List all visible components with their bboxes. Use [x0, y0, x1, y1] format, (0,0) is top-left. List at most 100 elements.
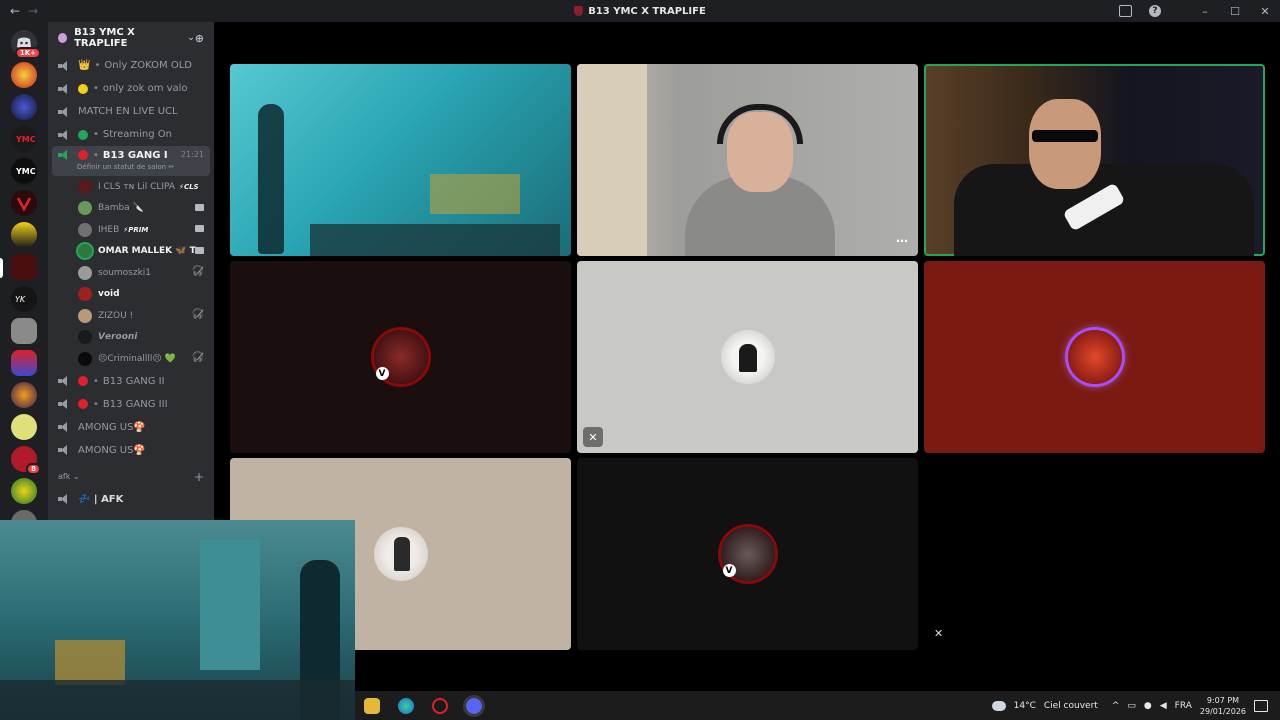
avatar-tile[interactable]: ✕	[577, 261, 918, 453]
status-dot-icon	[78, 399, 88, 409]
volume-icon[interactable]: ◀	[1160, 701, 1167, 711]
avatar	[1067, 330, 1122, 384]
tray-overflow-chevron-icon[interactable]: ^	[1112, 701, 1120, 711]
avatar	[78, 179, 92, 194]
voice-channel[interactable]: • B13 GANG II	[48, 370, 214, 393]
voice-channel[interactable]: MATCH EN LIVE UCL	[48, 100, 214, 123]
language-indicator[interactable]: FRA	[1175, 701, 1192, 711]
app-red-circle-icon[interactable]	[432, 697, 448, 714]
speaker-icon	[58, 422, 70, 432]
speaker-icon	[58, 106, 70, 117]
voice-user[interactable]: ZIZOU ! 🎧̸	[48, 305, 214, 327]
clock-date: 29/01/2026	[1199, 706, 1246, 716]
avatar	[78, 330, 92, 345]
server-icon-blue[interactable]	[11, 94, 37, 120]
video-tile-speaking[interactable]	[924, 64, 1265, 256]
folder-notification-badge: 8	[26, 463, 41, 475]
more-options-icon[interactable]: ⋯	[896, 234, 908, 248]
voice-channel[interactable]: • B13 GANG III	[48, 393, 214, 416]
close-button[interactable]: ✕	[1250, 0, 1280, 22]
avatar	[78, 222, 92, 237]
afk-channel[interactable]: 💤 | AFK	[48, 488, 214, 511]
voice-user[interactable]: 𝙑𝙚𝙧𝙤𝙤𝙣𝙞	[48, 327, 214, 349]
home-button[interactable]: 1K+	[11, 30, 41, 59]
title-bar: ← → B13 YMC X TRAPLIFE ? – ☐ ✕	[0, 0, 1280, 22]
user-tag: ⚡PRIM	[123, 225, 149, 234]
sunglasses-shape	[1032, 130, 1098, 142]
server-folder[interactable]: 8	[11, 446, 41, 475]
network-icon[interactable]: ▭	[1127, 701, 1136, 711]
voice-user[interactable]: 😣Criminallll😣 💚 🎧̸	[48, 348, 214, 370]
voice-user[interactable]: void	[48, 284, 214, 306]
voice-channel[interactable]: 👑 • Only ZOKOM OLD	[48, 54, 214, 77]
server-icon-ymc[interactable]: YMC	[11, 158, 37, 184]
avatar-tile[interactable]: V	[577, 458, 918, 650]
voice-user[interactable]: Bamba 🔪	[48, 198, 214, 220]
microphone-icon[interactable]: ●	[1144, 701, 1152, 711]
server-icon-traplife[interactable]	[11, 62, 37, 88]
maximize-button[interactable]: ☐	[1220, 0, 1250, 22]
person-face	[1029, 99, 1101, 189]
avatar-tile[interactable]: V	[230, 261, 571, 453]
voice-channel[interactable]: • Streaming On	[48, 123, 214, 146]
voice-channel[interactable]: • only zok om valo	[48, 77, 214, 100]
v-badge-icon: V	[375, 367, 389, 380]
clock[interactable]: 9:07 PM 29/01/2026	[1200, 695, 1246, 717]
server-icon-white-logo[interactable]: YK	[11, 286, 37, 312]
avatar-tile[interactable]	[924, 261, 1265, 453]
active-voice-channel[interactable]: • B13 GANG I 21:21 Définir un statut de …	[52, 146, 210, 176]
forward-arrow-icon[interactable]: →	[28, 4, 38, 18]
inbox-button[interactable]	[1110, 0, 1140, 22]
file-explorer-icon[interactable]	[364, 697, 380, 714]
camera-icon	[195, 225, 204, 232]
help-button[interactable]: ?	[1140, 0, 1170, 22]
channel-name: B13 GANG II	[102, 375, 165, 387]
channel-name: MATCH EN LIVE UCL	[78, 106, 178, 117]
discord-taskbar-icon[interactable]	[463, 694, 485, 717]
notification-center-icon[interactable]	[1254, 699, 1268, 712]
speaker-icon	[58, 445, 70, 455]
voice-user[interactable]: IHEB ⚡PRIM	[48, 219, 214, 241]
server-icon-ymc-roleplay[interactable]: YMC	[11, 126, 37, 152]
person-figure	[393, 537, 410, 571]
back-arrow-icon[interactable]: ←	[10, 4, 20, 18]
server-icon-b13-active[interactable]	[11, 254, 37, 280]
server-icon-otherside[interactable]	[11, 382, 37, 408]
invite-people-icon[interactable]: ⊕	[195, 32, 204, 45]
server-icon-yellow[interactable]	[11, 414, 37, 440]
speaker-icon	[58, 376, 70, 386]
minimize-button[interactable]: –	[1190, 0, 1220, 22]
avatar: V	[373, 330, 428, 384]
voice-user[interactable]: OMAR MALLEK 🦋 T	[48, 241, 214, 263]
channel-name: only zok om valo	[102, 83, 188, 94]
edge-browser-icon[interactable]	[398, 697, 414, 714]
deafened-icon: 🎧̸	[191, 352, 204, 363]
empty-tile: ✕	[924, 458, 1265, 650]
add-channel-icon[interactable]: +	[194, 470, 204, 484]
voice-channel[interactable]: AMONG US🍄	[48, 416, 214, 439]
video-tile[interactable]	[230, 64, 571, 256]
status-dot-icon	[78, 376, 88, 386]
call-timer: 21:21	[180, 150, 204, 159]
voice-channel[interactable]: AMONG US🍄	[48, 439, 214, 462]
weather-text[interactable]: Ciel couvert	[1044, 701, 1098, 711]
guild-header[interactable]: B13 YMC X TRAPLIFE ⌄ ⊕	[48, 22, 214, 54]
server-icon-bamba[interactable]	[11, 222, 37, 248]
server-icon-group[interactable]	[11, 350, 37, 376]
server-icon-grey[interactable]	[11, 318, 37, 344]
server-icon-green[interactable]	[11, 478, 37, 504]
help-icon: ?	[1149, 5, 1161, 17]
server-icon-red-v[interactable]	[11, 190, 37, 216]
channel-name: B13 GANG III	[102, 398, 168, 410]
voice-user[interactable]: soumoszki1 🎧̸	[48, 262, 214, 284]
self-camera-preview[interactable]	[0, 520, 355, 720]
nav-buttons: ← →	[0, 4, 38, 18]
video-tile[interactable]: ⋯	[577, 64, 918, 256]
channel-status-prompt[interactable]: Définir un statut de salon ✏	[77, 163, 174, 171]
voice-user[interactable]: I CLS ᴛɴ Lil CLIPA ⚡CLS	[48, 176, 214, 198]
category-afk[interactable]: afk ⌄ +	[48, 466, 214, 488]
channel-name: 💤 | AFK	[78, 493, 124, 505]
chevron-down-icon: ⌄	[187, 33, 195, 43]
channel-name: B13 GANG I	[102, 150, 168, 161]
server-rail: 1K+ YMC YMC YK 8	[0, 22, 48, 536]
